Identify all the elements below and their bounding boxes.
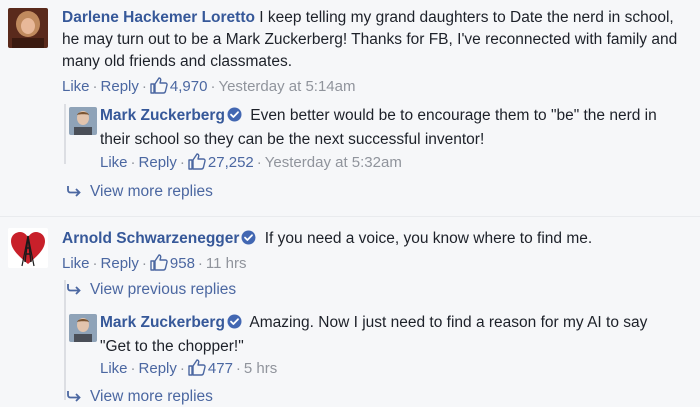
comment-text: Mark Zuckerberg Even better would be to … <box>100 105 680 151</box>
timestamp[interactable]: 11 hrs <box>206 255 247 272</box>
avatar-darlene[interactable] <box>8 8 48 48</box>
reply-thread-line <box>64 104 66 164</box>
like-count[interactable]: 27,252 <box>208 154 254 171</box>
comment-actions: Like · Reply · 958 · 11 hrs <box>62 254 247 275</box>
comment-body: If you need a voice, you know where to f… <box>260 230 593 247</box>
avatar-arnold[interactable] <box>8 228 48 268</box>
comment-text: Arnold Schwarzenegger If you need a voic… <box>62 228 682 252</box>
like-count[interactable]: 477 <box>208 360 233 377</box>
thumbs-up-icon <box>188 153 206 174</box>
commenter-name[interactable]: Mark Zuckerberg <box>100 107 225 124</box>
comment-actions: Like · Reply · 477 · 5 hrs <box>100 359 277 380</box>
like-button[interactable]: Like <box>100 360 128 377</box>
like-button[interactable]: Like <box>100 154 128 171</box>
like-count[interactable]: 958 <box>170 255 195 272</box>
commenter-name[interactable]: Arnold Schwarzenegger <box>62 230 239 247</box>
thumbs-up-icon <box>150 77 168 98</box>
thumbs-up-icon <box>188 359 206 380</box>
comment-text: Mark Zuckerberg Amazing. Now I just need… <box>100 312 680 358</box>
commenter-name[interactable]: Mark Zuckerberg <box>100 314 225 331</box>
view-more-replies-link[interactable]: View more replies <box>66 183 213 202</box>
reply-button[interactable]: Reply <box>101 255 139 272</box>
view-previous-replies-link[interactable]: View previous replies <box>66 281 236 300</box>
reply-arrow-icon <box>66 282 82 300</box>
like-count[interactable]: 4,970 <box>170 78 208 95</box>
view-more-replies-link-2[interactable]: View more replies <box>66 388 213 407</box>
view-more-replies-label: View more replies <box>90 183 213 200</box>
timestamp[interactable]: 5 hrs <box>244 360 277 377</box>
timestamp[interactable]: Yesterday at 5:32am <box>265 154 402 171</box>
verified-badge-icon <box>227 314 242 336</box>
thumbs-up-icon <box>150 254 168 275</box>
avatar-mark[interactable] <box>69 314 97 342</box>
commenter-name[interactable]: Darlene Hackemer Loretto <box>62 9 255 26</box>
reply-button[interactable]: Reply <box>101 78 139 95</box>
reply-button[interactable]: Reply <box>139 360 177 377</box>
timestamp[interactable]: Yesterday at 5:14am <box>218 78 355 95</box>
like-button[interactable]: Like <box>62 255 90 272</box>
comment-actions: Like · Reply · 27,252 · Yesterday at 5:32am <box>100 153 402 174</box>
avatar-mark[interactable] <box>69 107 97 135</box>
like-button[interactable]: Like <box>62 78 90 95</box>
comment-divider <box>0 216 700 217</box>
comment-text: Darlene Hackemer Loretto I keep telling … <box>62 7 682 73</box>
reply-arrow-icon <box>66 389 82 407</box>
verified-badge-icon <box>227 107 242 129</box>
comment-actions: Like · Reply · 4,970 · Yesterday at 5:14am <box>62 77 355 98</box>
reply-button[interactable]: Reply <box>139 154 177 171</box>
reply-arrow-icon <box>66 184 82 202</box>
view-previous-replies-label: View previous replies <box>90 281 237 298</box>
view-more-replies-label: View more replies <box>90 388 213 405</box>
verified-badge-icon <box>241 230 256 252</box>
